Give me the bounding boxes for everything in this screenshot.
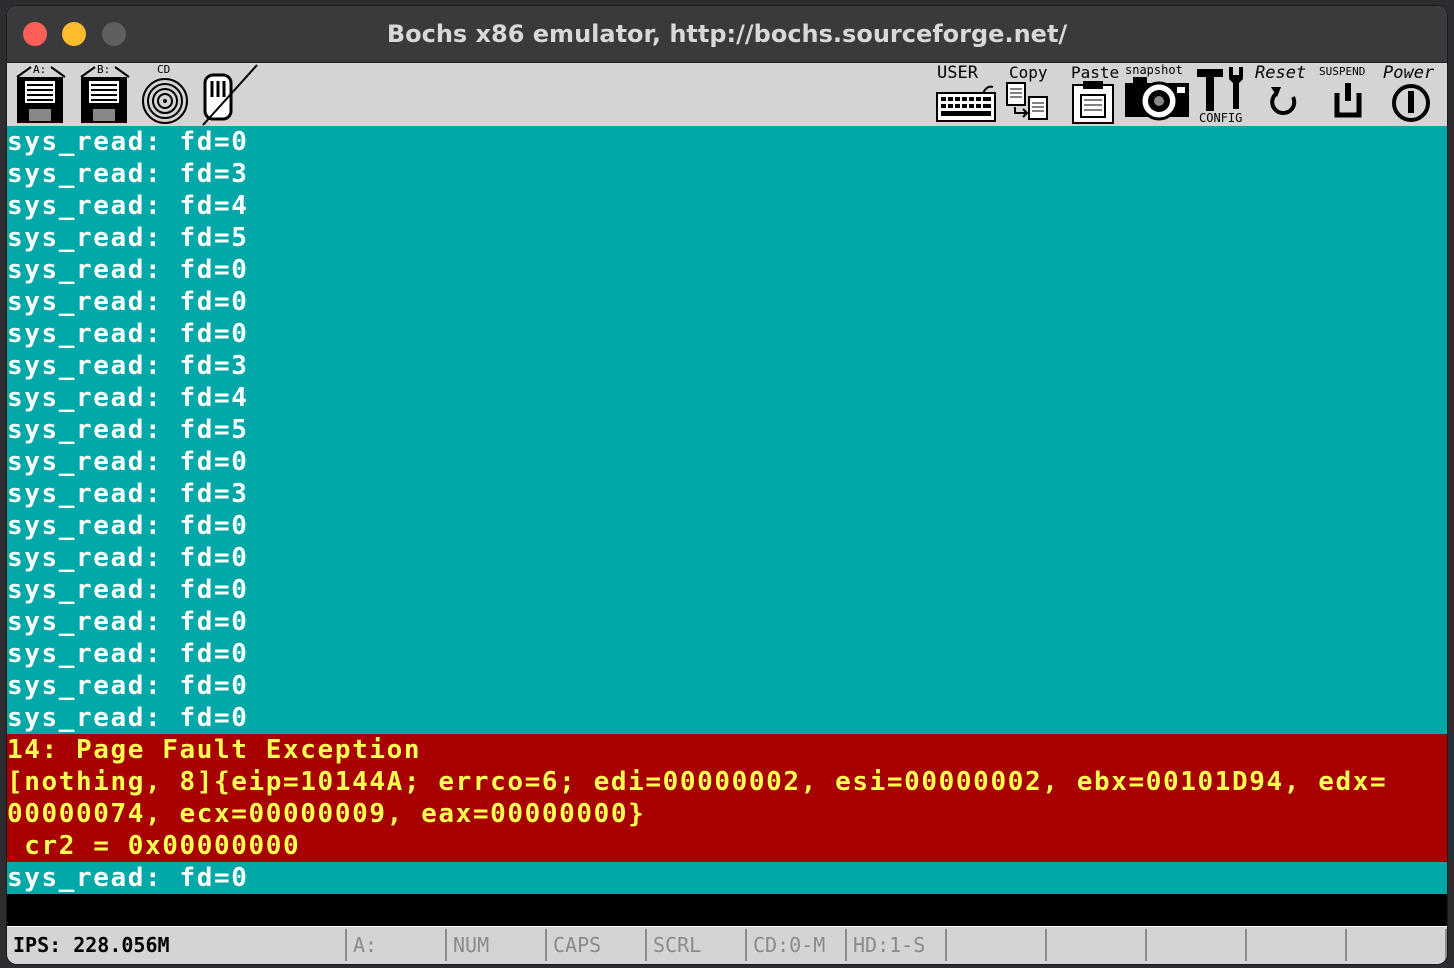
suspend-button[interactable]: SUSPEND xyxy=(1319,63,1381,126)
console-line: sys_read: fd=0 xyxy=(7,607,249,637)
console-line: sys_read: fd=3 xyxy=(7,479,249,509)
floppy-a-button[interactable]: A: xyxy=(13,63,69,126)
console-line: sys_read: fd=4 xyxy=(7,191,249,221)
console-line: sys_read: fd=0 xyxy=(7,575,249,605)
console-line: sys_read: fd=3 xyxy=(7,159,249,189)
floppy-disk-icon xyxy=(16,66,66,123)
console-line: sys_read: fd=0 xyxy=(7,511,249,541)
status-cell-empty xyxy=(1047,929,1147,961)
reset-button[interactable]: Reset xyxy=(1255,63,1315,126)
reset-arrow-icon xyxy=(1270,87,1297,115)
console-line: sys_read: fd=4 xyxy=(7,383,249,413)
num-lock-led: NUM xyxy=(447,929,547,961)
status-cell-empty xyxy=(947,929,1047,961)
config-button[interactable]: CONFIG xyxy=(1193,63,1251,126)
status-cell-empty xyxy=(1347,929,1447,961)
console-line: sys_read: fd=0 xyxy=(7,447,249,477)
console-line: sys_read: fd=0 xyxy=(7,319,249,349)
console-line: sys_read: fd=0 xyxy=(7,255,249,285)
console-line: sys_read: fd=5 xyxy=(7,415,249,445)
paste-button[interactable]: Paste xyxy=(1065,63,1121,126)
emulator-screen[interactable]: sys_read: fd=0 sys_read: fd=3 sys_read: … xyxy=(7,126,1447,896)
console-line: sys_read: fd=5 xyxy=(7,223,249,253)
console-line: sys_read: fd=0 xyxy=(7,127,249,157)
floppy-b-button[interactable]: B: xyxy=(77,63,133,126)
config-label: CONFIG xyxy=(1199,111,1243,125)
cdrom-led: CD:0-M xyxy=(747,929,847,961)
bochs-window: Bochs x86 emulator, http://bochs.sourcef… xyxy=(7,6,1447,964)
keyboard-icon xyxy=(936,85,996,122)
cdrom-button[interactable]: CD xyxy=(139,63,195,126)
status-bar: IPS: 228.056M A: NUM CAPS SCRL CD:0-M HD… xyxy=(7,926,1447,964)
paste-clipboard-icon xyxy=(1072,81,1114,124)
mouse-capture-button[interactable] xyxy=(199,63,261,126)
caps-lock-led: CAPS xyxy=(547,929,647,961)
user-button[interactable]: USER xyxy=(933,63,999,126)
console-line: sys_read: fd=0 xyxy=(7,703,249,733)
camera-icon xyxy=(1125,77,1189,121)
console-line: sys_read: fd=0 xyxy=(7,671,249,701)
console-line: sys_read: fd=0 xyxy=(7,287,249,317)
copy-button[interactable]: Copy xyxy=(1003,63,1057,126)
hard-disk-led: HD:1-S xyxy=(847,929,947,961)
power-icon xyxy=(1392,84,1430,122)
error-cr2-line: cr2 = 0x00000000 xyxy=(7,831,301,861)
console-line: sys_read: fd=0 xyxy=(7,639,249,669)
window-title: Bochs x86 emulator, http://bochs.sourcef… xyxy=(386,20,1068,48)
suspend-icon xyxy=(1334,83,1362,118)
console-line: sys_read: fd=3 xyxy=(7,351,249,381)
snapshot-button[interactable]: snapshot xyxy=(1123,63,1193,126)
title-bar[interactable]: Bochs x86 emulator, http://bochs.sourcef… xyxy=(7,6,1447,63)
power-button[interactable]: Power xyxy=(1383,63,1445,126)
ips-indicator: IPS: 228.056M xyxy=(7,929,347,961)
status-cell-empty xyxy=(1247,929,1347,961)
console-line: sys_read: fd=0 xyxy=(7,863,249,893)
error-registers-line: 00000074, ecx=00000009, eax=00000000} xyxy=(7,799,646,829)
cd-disc-icon xyxy=(142,78,188,124)
status-cell-empty xyxy=(1147,929,1247,961)
page-fault-error-block: 14: Page Fault Exception [nothing, 8]{ei… xyxy=(7,734,1447,862)
mouse-disabled-icon xyxy=(202,64,258,126)
error-registers-line: [nothing, 8]{eip=10144A; errco=6; edi=00… xyxy=(7,767,1388,797)
floppy-a-led: A: xyxy=(347,929,447,961)
error-title: 14: Page Fault Exception xyxy=(7,735,422,765)
console-line: sys_read: fd=0 xyxy=(7,543,249,573)
screen-bottom-border xyxy=(7,894,1447,926)
scroll-lock-led: SCRL xyxy=(647,929,747,961)
copy-icon xyxy=(1006,82,1048,120)
bochs-toolbar: A: B: CD USER Copy Paste snapshot CONFIG… xyxy=(7,63,1447,126)
floppy-disk-icon xyxy=(80,66,130,123)
